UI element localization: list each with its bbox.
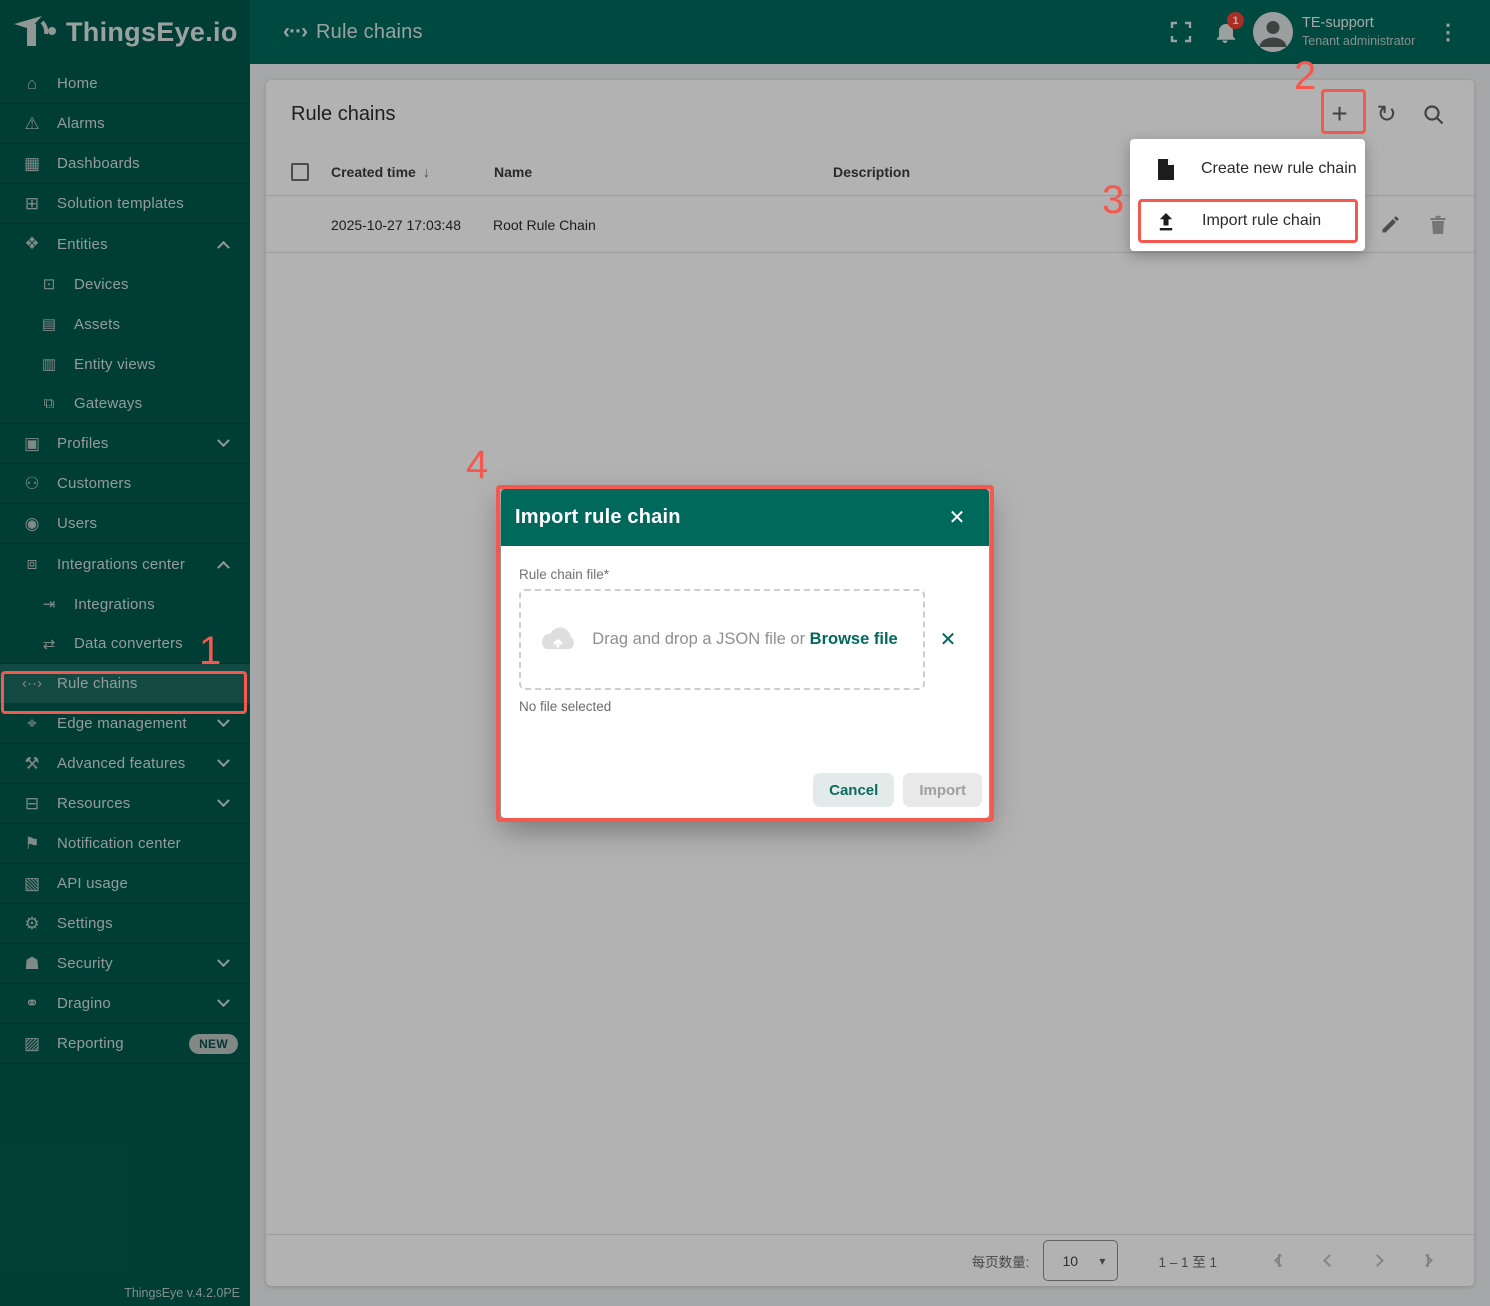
menu-item-create-new-rule-chain[interactable]: Create new rule chain xyxy=(1130,143,1365,195)
menu-item-import-rule-chain[interactable]: Import rule chain xyxy=(1130,195,1365,247)
menu-item-label: Create new rule chain xyxy=(1201,160,1357,178)
add-dropdown-menu: Create new rule chain Import rule chain xyxy=(1130,139,1365,251)
dialog-header: Import rule chain ✕ xyxy=(501,489,989,546)
rule-chain-file-label: Rule chain file* xyxy=(519,567,971,582)
import-button[interactable]: Import xyxy=(903,773,982,807)
cloud-upload-icon xyxy=(537,625,579,655)
dialog-title: Import rule chain xyxy=(515,506,681,529)
browse-file-link[interactable]: Browse file xyxy=(810,630,898,648)
menu-item-label: Import rule chain xyxy=(1202,212,1321,230)
file-input-row: Drag and drop a JSON file or Browse file… xyxy=(519,589,971,690)
no-file-selected-text: No file selected xyxy=(519,699,971,714)
close-icon[interactable]: ✕ xyxy=(942,505,972,530)
upload-icon xyxy=(1157,212,1175,231)
clear-file-icon[interactable]: ✕ xyxy=(925,627,971,652)
cancel-button[interactable]: Cancel xyxy=(813,773,894,807)
app-root: ThingsEye.io ⌂ Home ⚠ Alarms ▦ Dashboard… xyxy=(0,0,1490,1306)
dropzone-text: Drag and drop a JSON file or Browse file xyxy=(579,630,911,649)
dropzone-hint: Drag and drop a JSON file or xyxy=(592,630,805,648)
file-icon xyxy=(1157,159,1174,180)
file-dropzone[interactable]: Drag and drop a JSON file or Browse file xyxy=(519,589,925,690)
dialog-footer: Cancel Import xyxy=(501,762,989,818)
dialog-body: Rule chain file* Drag and drop a JSON fi… xyxy=(501,546,989,714)
import-rule-chain-dialog: Import rule chain ✕ Rule chain file* Dra… xyxy=(501,489,989,818)
